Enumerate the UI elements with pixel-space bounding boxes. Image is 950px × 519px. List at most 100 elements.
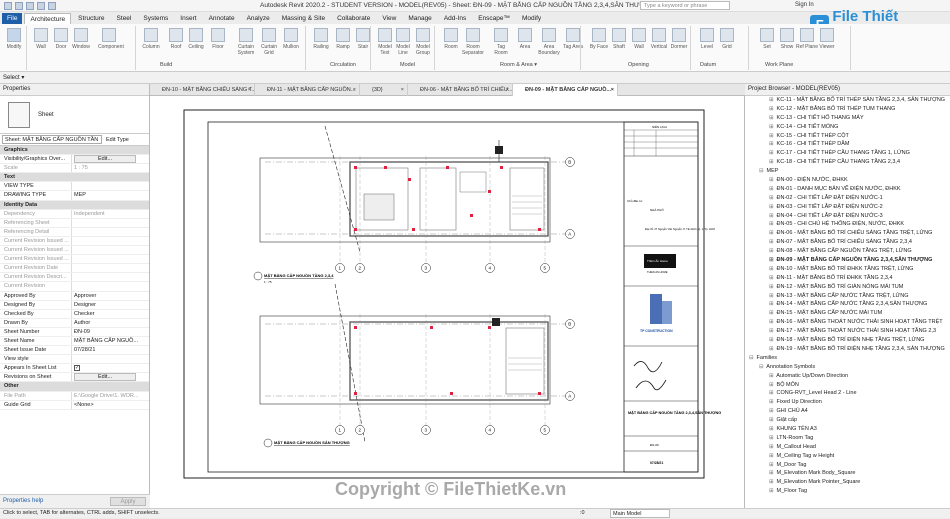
browser-item[interactable]: ⊞ M_Ceiling Tag w Height [745,452,950,461]
browser-item[interactable]: ⊞ LTN-Room Tag [745,434,950,443]
browser-item[interactable]: ⊞ ĐN-04 - CHI TIẾT LẮP ĐẶT ĐIỆN NƯỚC-3 [745,212,950,221]
ribbon-tab[interactable]: Manage [403,13,437,24]
ribbon-button[interactable]: Set [756,26,778,62]
expand-icon[interactable]: ⊞ [769,212,775,221]
property-value[interactable]: Checker [72,310,149,318]
ribbon-tab[interactable]: Systems [138,13,173,24]
expand-icon[interactable]: ⊞ [769,407,775,416]
select-dropdown[interactable]: Select ▾ [3,74,24,81]
browser-item[interactable]: ⊞ M_Elevation Mark Body_Square [745,469,950,478]
ribbon-button[interactable]: Ceiling [185,26,207,62]
browser-item[interactable]: ⊞ ĐN-01 - DANH MỤC BẢN VẼ ĐIỆN NƯỚC, ĐHK… [745,185,950,194]
active-model-dropdown[interactable]: Main Model [610,509,670,518]
property-section[interactable]: Text [0,173,149,183]
ribbon-button[interactable]: Shaft [608,26,630,62]
ribbon-button[interactable]: Grid [716,26,738,62]
ribbon-button[interactable]: Level [696,26,718,62]
browser-item[interactable]: ⊞ KC-15 - CHI TIẾT THÉP CỘT [745,132,950,141]
expand-icon[interactable]: ⊞ [769,203,775,212]
expand-icon[interactable]: ⊞ [769,487,775,496]
expand-icon[interactable]: ⊞ [769,398,775,407]
expand-icon[interactable]: ⊞ [769,123,775,132]
expand-icon[interactable]: ⊞ [769,114,775,123]
property-value[interactable]: E:\Google Drive\1. WOR... [72,392,149,400]
expand-icon[interactable]: ⊞ [769,443,775,452]
quick-access-toolbar[interactable] [0,1,56,10]
view-tab[interactable]: ĐN-11 - MẶT BẰNG CẤP NGUỒN... × [255,84,360,96]
property-value[interactable]: ✓ [72,364,149,372]
ribbon-button[interactable]: Curtain Grid [258,26,280,62]
ribbon-tab[interactable]: Analyze [242,13,275,24]
browser-item[interactable]: ⊞ ĐN-19 - MẶT BẰNG BỐ TRÍ ĐIỆN NHẸ TẦNG … [745,345,950,354]
ribbon-button[interactable]: Wall [30,26,52,62]
browser-item[interactable]: ⊞ KC-14 - CHI TIẾT MÓNG [745,123,950,132]
property-edit-button[interactable]: Edit... [74,373,136,382]
ribbon-button[interactable]: Railing [310,26,332,62]
expand-icon[interactable]: ⊞ [769,176,775,185]
ribbon-tab[interactable]: Add-Ins [439,13,471,24]
browser-item[interactable]: ⊞ M_Door Tag [745,461,950,470]
view-tab[interactable]: ĐN-09 - MẶT BẰNG CẤP NGUỒ... × [513,84,618,96]
browser-item[interactable]: ⊞ KC-13 - CHI TIẾT HỐ THANG MÁY [745,114,950,123]
browser-item[interactable]: ⊞ CONG-RVT_Level Head 2 - Line [745,389,950,398]
expand-icon[interactable]: ⊞ [769,185,775,194]
browser-item[interactable]: ⊞ ĐN-18 - MẶT BẰNG BỐ TRÍ ĐIỆN NHẸ TẦNG … [745,336,950,345]
property-value[interactable] [72,255,149,263]
ribbon-button[interactable]: Room Separator [462,26,484,62]
drawing-canvas[interactable]: NIÊN LỊCH Chủ đầu tư: NHÀ PHỐ Địa chỉ: 2… [150,96,745,508]
expand-icon[interactable]: ⊞ [769,265,775,274]
property-value[interactable] [72,264,149,272]
ribbon-button[interactable]: Mullion [280,26,302,62]
browser-item[interactable]: ⊞ KC-12 - MẶT BẰNG BỐ TRÍ THÉP TUM THANG [745,105,950,114]
property-value[interactable]: Edit... [72,155,149,164]
expand-icon[interactable]: ⊞ [769,318,775,327]
browser-item[interactable]: ⊞ ĐN-03 - CHI TIẾT LẮP ĐẶT ĐIỆN NƯỚC-2 [745,203,950,212]
browser-item[interactable]: ⊞ M_Elevation Mark Pointer_Square [745,478,950,487]
browser-item[interactable]: ⊞ ĐN-09 - MẶT BẰNG CẤP NGUỒN TẦNG 2,3,4,… [745,256,950,265]
expand-icon[interactable]: ⊞ [769,105,775,114]
browser-item[interactable]: ⊞ M_Floor Tag [745,487,950,496]
browser-item[interactable]: ⊞ ĐN-17 - MẶT BẰNG THOÁT NƯỚC THẢI SINH … [745,327,950,336]
view-tab[interactable]: ĐN-10 - MẶT BẰNG CHIẾU SÁNG T... × [150,84,255,96]
browser-item[interactable]: ⊞ BỘ MÔN [745,381,950,390]
save-icon[interactable] [15,1,23,10]
close-icon[interactable]: × [611,84,614,96]
expand-icon[interactable]: ⊞ [769,158,775,167]
expand-icon[interactable]: ⊞ [769,194,775,203]
property-value[interactable] [72,219,149,227]
ribbon-button[interactable]: Model Line [392,26,414,62]
browser-item[interactable]: ⊞ KHUNG TÊN A3 [745,425,950,434]
expand-icon[interactable]: ⊞ [769,309,775,318]
ribbon-tab[interactable]: View [377,13,401,24]
browser-item[interactable]: ⊟ Families [745,354,950,363]
redo-icon[interactable] [37,1,45,10]
property-value[interactable] [72,237,149,245]
browser-item[interactable]: ⊞ Giật cấp [745,416,950,425]
expand-icon[interactable]: ⊞ [769,220,775,229]
browser-item[interactable]: ⊞ ĐN-16 - MẶT BẰNG THOÁT NƯỚC THẢI SINH … [745,318,950,327]
expand-icon[interactable]: ⊞ [769,478,775,487]
ribbon-button[interactable]: Window [70,26,92,62]
browser-item[interactable]: ⊞ ĐN-10 - MẶT BẰNG BỐ TRÍ ĐHKK TẦNG TRỆT… [745,265,950,274]
ribbon-tab[interactable]: Modify [517,13,546,24]
expand-icon[interactable]: ⊞ [769,247,775,256]
properties-help-link[interactable]: Properties help [3,498,43,504]
property-value[interactable] [72,355,149,363]
browser-item[interactable]: ⊞ ĐN-05 - CHI CHÚ HỆ THỐNG ĐIỆN, NƯỚC, Đ… [745,220,950,229]
ribbon-tab[interactable]: Annotate [204,13,240,24]
browser-item[interactable]: ⊟ MEP [745,167,950,176]
ribbon-tab[interactable]: Structure [73,13,109,24]
collapse-icon[interactable]: ⊟ [759,167,765,176]
expand-icon[interactable]: ⊞ [769,274,775,283]
ribbon-button[interactable]: Wall [628,26,650,62]
expand-icon[interactable]: ⊞ [769,389,775,398]
print-icon[interactable] [48,1,56,10]
property-value[interactable]: 1 : 75 [72,164,149,172]
ribbon-button[interactable]: Model Group [412,26,434,62]
edit-type-button[interactable]: Edit Type [106,137,129,143]
expand-icon[interactable]: ⊞ [769,372,775,381]
browser-item[interactable]: ⊞ Fixed Up Direction [745,398,950,407]
expand-icon[interactable]: ⊞ [769,452,775,461]
expand-icon[interactable]: ⊞ [769,425,775,434]
collapse-icon[interactable]: ⊟ [759,363,765,372]
